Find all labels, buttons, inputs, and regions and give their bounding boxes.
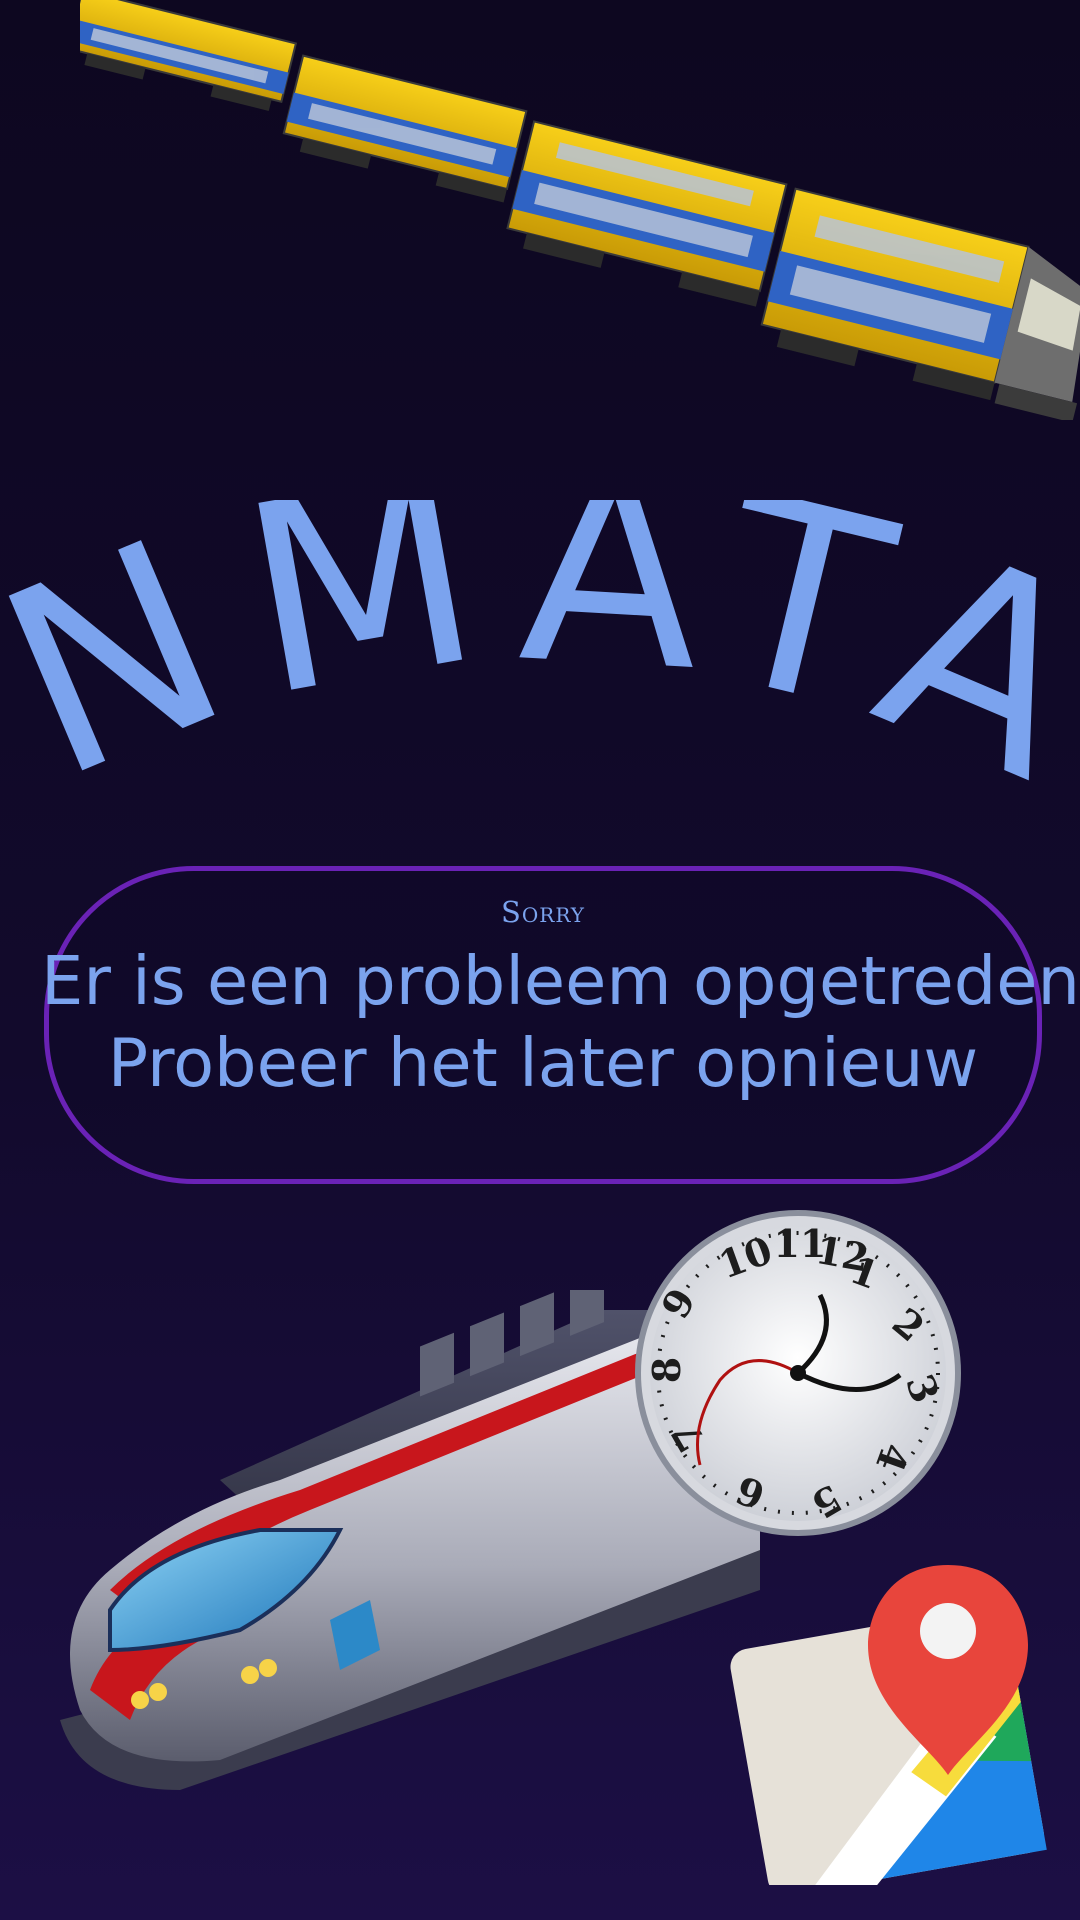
logo-text-path: NMATA [0, 500, 1080, 839]
double-decker-train-icon [80, 0, 1080, 420]
error-message-box: Sorry Er is een probleem opgetreden Prob… [41, 866, 1080, 1184]
error-kicker: Sorry [501, 895, 585, 929]
logo-text: NMATA [0, 500, 1080, 839]
svg-text:8: 8 [644, 1357, 689, 1383]
app-logo: NMATA [0, 500, 1080, 839]
error-subtitle: Probeer het later opnieuw [107, 1024, 979, 1102]
svg-text:12: 12 [812, 1227, 872, 1281]
error-title: Er is een probleem opgetreden [41, 942, 1080, 1020]
map-pin-icon [730, 1565, 1047, 1885]
melting-clock-icon: 1 2 3 4 5 6 7 8 9 10 11 12 [635, 1210, 961, 1536]
